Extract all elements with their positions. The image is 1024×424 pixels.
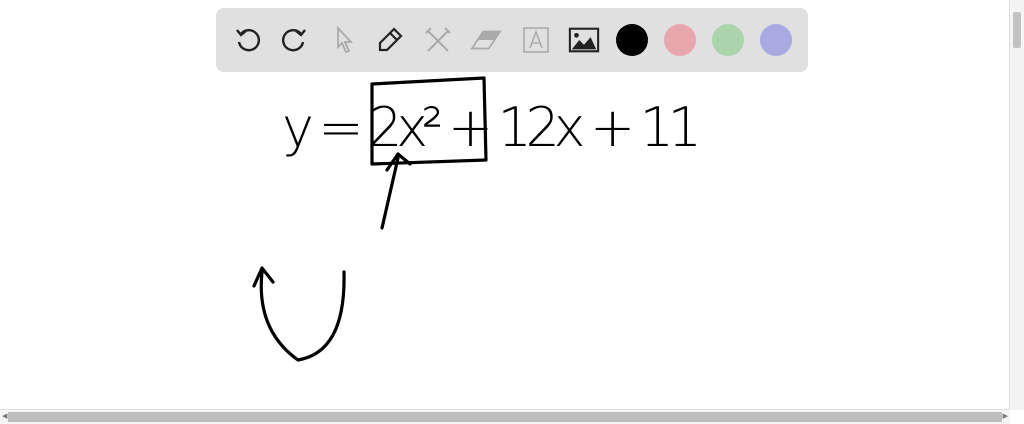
- parabola-sketch: [252, 266, 346, 362]
- color-black[interactable]: [616, 24, 648, 56]
- pen-icon: [378, 27, 403, 52]
- color-green[interactable]: [712, 24, 744, 56]
- color-red[interactable]: [664, 24, 696, 56]
- scroll-left-icon[interactable]: ◀: [2, 412, 7, 420]
- redo-button[interactable]: [278, 24, 310, 56]
- select-icon: [337, 25, 354, 54]
- handwritten-equation: y = 2x² + 12x + 11: [282, 96, 702, 159]
- horizontal-scrollbar[interactable]: ◀ ▶: [0, 409, 1010, 424]
- tools-icon: [425, 27, 451, 52]
- select-tool[interactable]: [328, 24, 360, 56]
- text-tool[interactable]: [520, 24, 552, 56]
- toolbar: [216, 8, 808, 72]
- image-button[interactable]: [568, 24, 600, 56]
- vertical-scroll-thumb[interactable]: [1013, 12, 1021, 48]
- image-icon: [568, 27, 600, 53]
- text-icon: [523, 27, 549, 53]
- vertical-scrollbar[interactable]: [1009, 0, 1024, 410]
- pen-tool[interactable]: [374, 24, 406, 56]
- redo-icon: [282, 29, 306, 52]
- undo-button[interactable]: [232, 24, 264, 56]
- eraser-tool[interactable]: [470, 24, 502, 56]
- undo-icon: [236, 29, 260, 52]
- horizontal-scroll-thumb[interactable]: [8, 412, 1002, 422]
- tools-button[interactable]: [422, 24, 454, 56]
- color-blue[interactable]: [760, 24, 792, 56]
- eraser-icon: [470, 30, 502, 50]
- scroll-right-icon[interactable]: ▶: [1003, 412, 1008, 420]
